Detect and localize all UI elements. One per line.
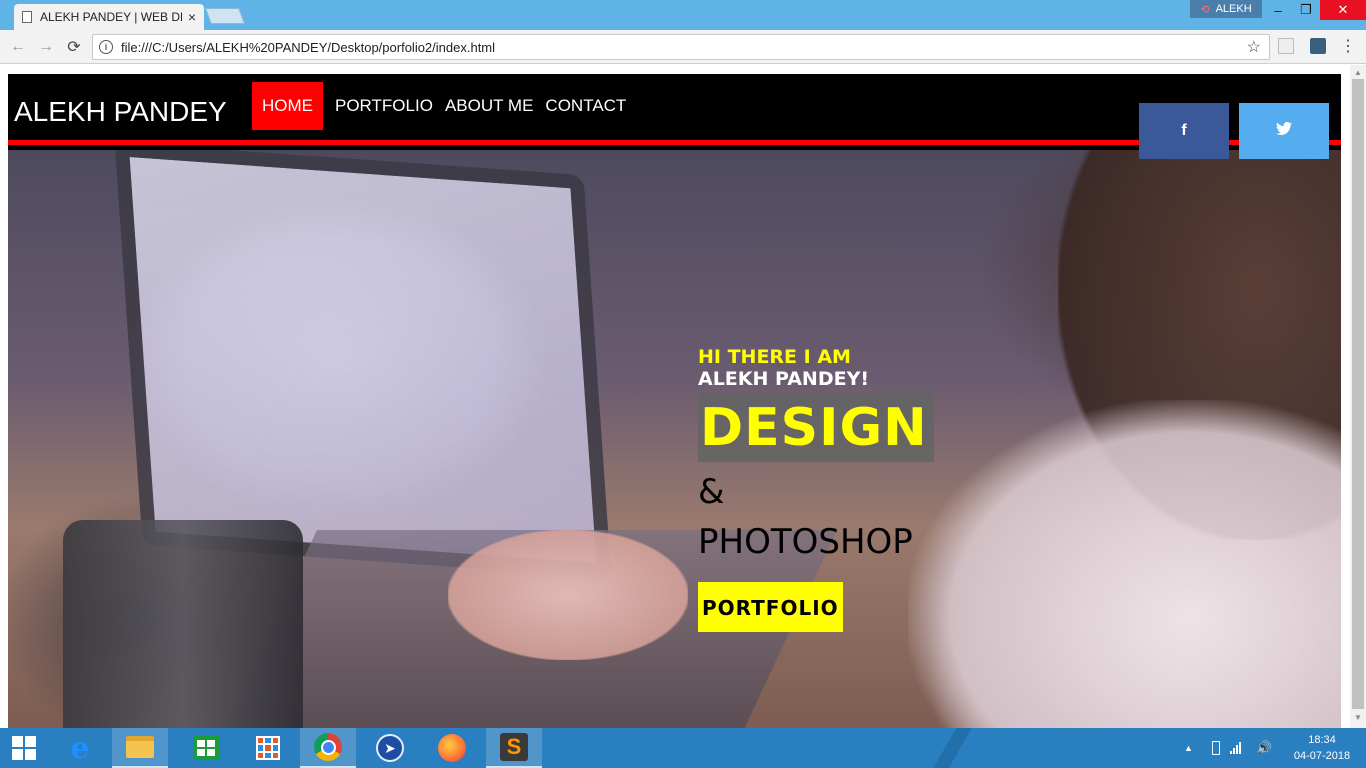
hero-laptop-image <box>114 150 612 579</box>
back-button[interactable]: ← <box>8 37 28 57</box>
hero-subline: PHOTOSHOP <box>698 522 913 562</box>
start-button[interactable] <box>0 728 48 768</box>
firefox-button[interactable] <box>424 728 480 768</box>
apps-grid-icon <box>256 736 280 760</box>
scroll-down-icon[interactable]: ▼ <box>1354 713 1362 722</box>
folder-icon <box>126 736 154 758</box>
profile-icon: ⟲ <box>1200 3 1210 16</box>
nav-home[interactable]: HOME <box>252 82 323 130</box>
tab-close-icon[interactable]: × <box>188 9 196 25</box>
show-hidden-icons-icon[interactable]: ▲ <box>1184 728 1193 768</box>
maximize-button[interactable]: ❐ <box>1292 0 1320 20</box>
facebook-icon: f <box>1181 122 1187 139</box>
sublime-text-button[interactable]: S <box>486 728 542 768</box>
firefox-icon <box>438 734 466 762</box>
windows-logo-icon <box>12 736 36 760</box>
twitter-button[interactable] <box>1239 103 1329 159</box>
twitter-icon <box>1276 121 1292 141</box>
chrome-button[interactable] <box>300 728 356 768</box>
network-signal-icon[interactable] <box>1230 728 1241 768</box>
hero-mug-image <box>63 520 303 728</box>
compass-app-button[interactable]: ➤ <box>362 728 418 768</box>
url-text[interactable]: file:///C:/Users/ALEKH%20PANDEY/Desktop/… <box>121 40 1247 55</box>
reload-button[interactable]: ⟳ <box>64 37 84 57</box>
hero-headline: DESIGN <box>698 394 934 462</box>
address-bar[interactable]: i file:///C:/Users/ALEKH%20PANDEY/Deskto… <box>92 34 1270 60</box>
sublime-text-icon: S <box>500 733 528 761</box>
hero-ampersand: & <box>698 472 725 512</box>
hero-greeting: HI THERE I AM <box>698 346 851 368</box>
info-icon[interactable]: i <box>99 40 113 54</box>
nav-about-me[interactable]: ABOUT ME <box>439 82 539 130</box>
internet-explorer-button[interactable]: e <box>52 728 108 768</box>
file-explorer-button[interactable] <box>112 728 168 768</box>
page-icon <box>22 11 32 23</box>
hero-name: ALEKH PANDEY! <box>698 368 869 390</box>
browser-toolbar: ← → ⟳ i file:///C:/Users/ALEKH%20PANDEY/… <box>0 30 1366 64</box>
extension-icon-2[interactable] <box>1310 38 1326 54</box>
hero-text: HI THERE I AM ALEKH PANDEY! DESIGN & PHO… <box>698 346 934 632</box>
taskbar-accent <box>910 728 990 768</box>
new-tab-button[interactable] <box>205 8 245 24</box>
browser-titlebar: ALEKH PANDEY | WEB DE × ⟲ ALEKH – ❐ ✕ <box>0 0 1366 30</box>
scroll-up-icon[interactable]: ▲ <box>1354 68 1362 77</box>
store-icon <box>193 736 219 760</box>
hero-person-sweater <box>908 400 1341 728</box>
page-scrollbar[interactable]: ▲ ▼ <box>1350 65 1366 728</box>
apps-button[interactable] <box>240 728 296 768</box>
scrollbar-thumb[interactable] <box>1352 79 1364 709</box>
web-page: ALEKH PANDEY HOME PORTFOLIO ABOUT ME CON… <box>8 74 1341 728</box>
browser-tab[interactable]: ALEKH PANDEY | WEB DE × <box>14 4 204 30</box>
site-nav: HOME PORTFOLIO ABOUT ME CONTACT <box>252 82 632 130</box>
internet-explorer-icon: e <box>70 730 90 766</box>
nav-contact[interactable]: CONTACT <box>539 82 632 130</box>
hero-section: HI THERE I AM ALEKH PANDEY! DESIGN & PHO… <box>8 150 1341 728</box>
clock-date: 04-07-2018 <box>1293 750 1351 762</box>
extension-icon[interactable] <box>1278 38 1294 54</box>
compass-icon: ➤ <box>376 734 404 762</box>
minimize-button[interactable]: – <box>1264 0 1292 20</box>
hero-hand-image <box>448 530 688 660</box>
forward-button[interactable]: → <box>36 37 56 57</box>
store-button[interactable] <box>178 728 234 768</box>
volume-icon[interactable]: 🔊 <box>1256 728 1272 768</box>
portfolio-button[interactable]: PORTFOLIO <box>698 582 843 632</box>
site-brand[interactable]: ALEKH PANDEY <box>14 96 227 128</box>
bookmark-star-icon[interactable]: ☆ <box>1247 37 1261 57</box>
tab-title: ALEKH PANDEY | WEB DE <box>40 10 182 24</box>
close-window-button[interactable]: ✕ <box>1320 0 1366 20</box>
profile-name: ALEKH <box>1215 3 1252 15</box>
taskbar-clock[interactable]: 18:34 04-07-2018 <box>1284 732 1360 764</box>
chrome-icon <box>314 733 342 761</box>
nav-portfolio[interactable]: PORTFOLIO <box>329 82 439 130</box>
clock-time: 18:34 <box>1308 734 1336 746</box>
browser-menu-icon[interactable]: ⋮ <box>1340 36 1356 56</box>
windows-taskbar: e ➤ S ▲ 🔊 18:34 04-07-2018 <box>0 728 1366 768</box>
battery-icon[interactable] <box>1212 728 1220 768</box>
facebook-button[interactable]: f <box>1139 103 1229 159</box>
profile-button[interactable]: ⟲ ALEKH <box>1190 0 1262 18</box>
